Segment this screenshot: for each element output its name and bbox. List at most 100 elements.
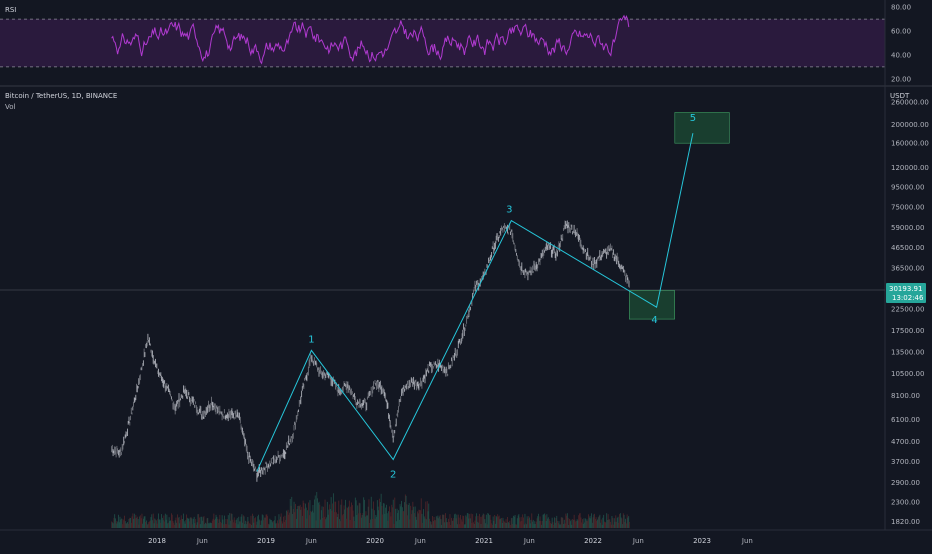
volume-bar <box>376 516 377 528</box>
volume-bar <box>182 519 184 528</box>
volume-bar <box>441 524 443 528</box>
volume-bar <box>407 515 408 528</box>
volume-bar <box>316 492 318 528</box>
volume-bar <box>625 523 627 528</box>
volume-bar <box>224 524 226 528</box>
volume-bar <box>575 520 577 528</box>
volume-bar <box>243 516 245 528</box>
price-tick-label: 10500.00 <box>891 370 924 378</box>
volume-label: Vol <box>5 103 16 111</box>
volume-bar <box>590 518 592 528</box>
volume-bar <box>430 522 432 528</box>
volume-bar <box>510 524 511 528</box>
volume-bar <box>413 506 415 528</box>
volume-bar <box>242 522 243 528</box>
volume-bar <box>154 518 156 528</box>
volume-bar <box>300 509 302 528</box>
volume-bar <box>519 521 521 528</box>
volume-bar <box>320 519 321 528</box>
price-tick-label: 6100.00 <box>891 416 920 424</box>
volume-bar <box>171 514 173 528</box>
volume-bar <box>602 517 604 528</box>
volume-bar <box>187 518 189 528</box>
volume-bar <box>495 516 497 528</box>
price-tick-label: 95000.00 <box>891 184 924 192</box>
volume-bar <box>126 523 128 528</box>
volume-bar <box>317 502 319 528</box>
volume-bar <box>467 513 469 528</box>
volume-bar <box>205 523 207 528</box>
volume-bar <box>451 520 453 528</box>
volume-bar <box>513 515 514 528</box>
volume-bar <box>425 501 427 528</box>
volume-bar <box>534 521 536 528</box>
volume-bar <box>567 517 569 528</box>
volume-bar <box>321 506 323 528</box>
volume-bar <box>623 514 625 528</box>
volume-bar <box>473 522 474 528</box>
volume-bar <box>210 522 212 528</box>
volume-bar <box>177 514 178 528</box>
volume-bar <box>308 515 310 528</box>
volume-bar <box>581 522 583 528</box>
volume-bar <box>291 496 293 528</box>
volume-bar <box>143 516 145 528</box>
volume-bar <box>542 514 544 528</box>
volume-bar <box>611 516 613 528</box>
volume-bar <box>559 524 561 528</box>
volume-bar <box>384 513 386 528</box>
target-zone[interactable] <box>674 112 730 144</box>
volume-bar <box>349 520 351 528</box>
rsi-tick-label: 80.00 <box>891 4 911 12</box>
price-chart[interactable]: 12345 260000.00200000.00160000.00120000.… <box>0 0 932 550</box>
volume-bar <box>352 510 354 528</box>
volume-bar <box>613 524 614 528</box>
volume-bar <box>551 517 553 528</box>
volume-bar <box>521 521 523 528</box>
volume-bar <box>579 513 581 528</box>
volume-bar <box>392 507 393 528</box>
time-label: Jun <box>741 537 753 545</box>
volume-bar <box>606 513 608 528</box>
volume-bar <box>518 514 520 528</box>
volume-bar <box>124 521 126 528</box>
price-tick-label: 36500.00 <box>891 265 924 273</box>
volume-bar <box>133 518 134 528</box>
volume-bar <box>123 520 125 528</box>
volume-bar <box>497 514 499 528</box>
volume-bar <box>603 514 605 528</box>
volume-bar <box>494 515 496 528</box>
volume-bar <box>449 514 451 528</box>
volume-bar <box>301 515 303 528</box>
volume-bar <box>563 519 565 528</box>
volume-bar <box>541 524 542 528</box>
volume-bar <box>455 518 457 528</box>
volume-bar <box>625 518 626 528</box>
volume-bar <box>469 513 471 528</box>
volume-bar <box>555 518 557 528</box>
volume-bar <box>485 523 486 528</box>
volume-bar <box>121 518 122 528</box>
volume-bar <box>275 523 277 528</box>
volume-bar <box>472 514 474 528</box>
volume-bar <box>522 514 524 528</box>
volume-bar <box>523 524 525 528</box>
volume-bar <box>211 523 212 528</box>
volume-bar <box>569 518 570 528</box>
volume-bar <box>273 520 275 528</box>
price-tick-label: 1820.00 <box>891 518 920 526</box>
volume-bar <box>442 514 444 528</box>
volume-bar <box>381 506 383 528</box>
volume-bar <box>319 504 321 528</box>
volume-bar <box>370 496 372 528</box>
volume-bar <box>112 523 114 528</box>
volume-bar <box>216 516 218 528</box>
chart-stage: 12345 260000.00 200000.00 160000.00 120000.… <box>0 0 932 550</box>
volume-bar <box>398 519 400 528</box>
volume-bar <box>506 523 508 528</box>
volume-bar <box>303 502 305 528</box>
volume-bar <box>114 514 116 528</box>
volume-bar <box>177 518 179 528</box>
volume-bar <box>382 503 384 528</box>
last-price: 30193.91 <box>889 285 922 293</box>
